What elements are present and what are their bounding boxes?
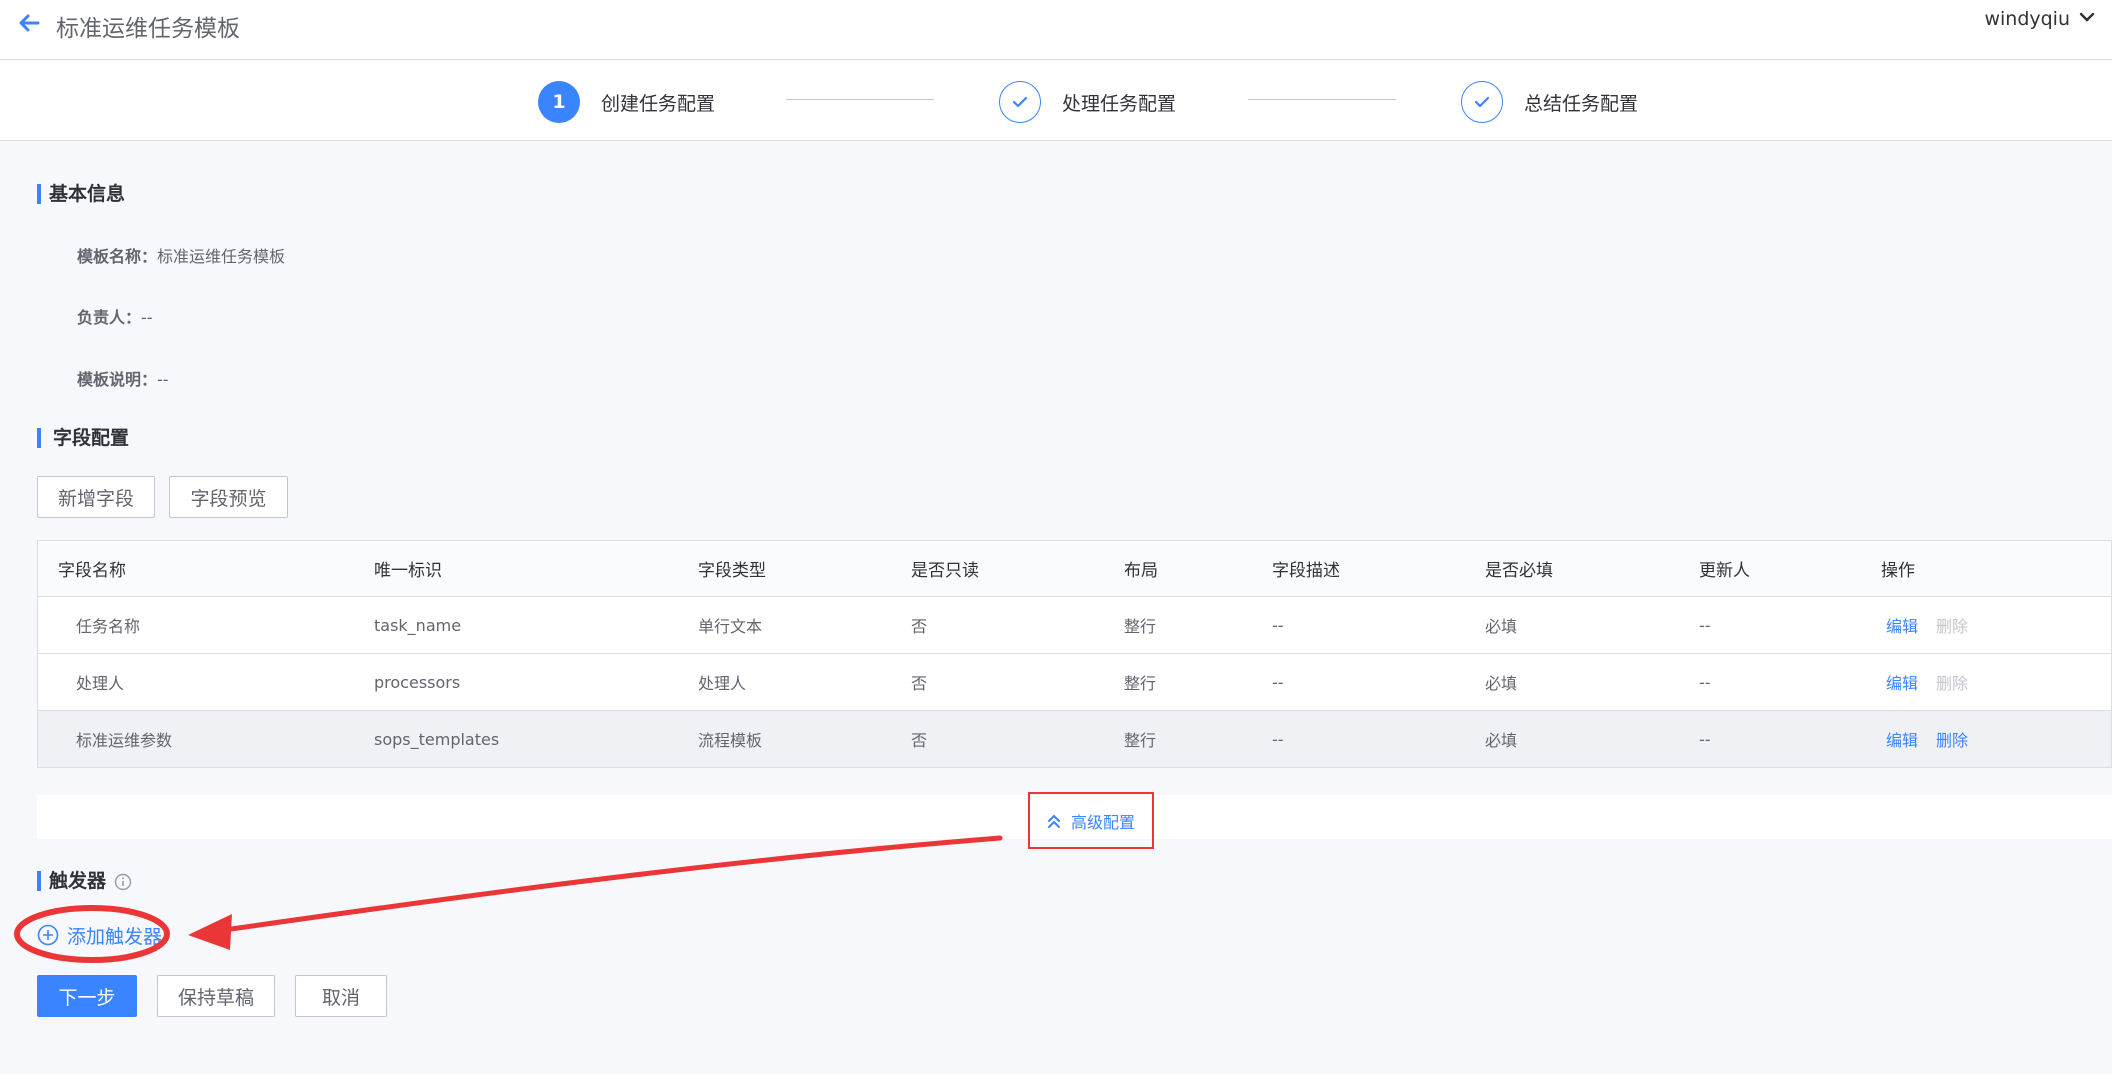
step-connector [786,99,934,100]
advanced-config-toggle[interactable]: 高级配置 [1028,792,1154,849]
info-label: 模板名称： [77,247,158,266]
cell-type: 流程模板 [698,731,763,750]
field-preview-button[interactable]: 字段预览 [169,476,288,518]
column-header: 是否只读 [911,561,979,581]
step-number-badge: 1 [538,81,580,123]
delete-link: 删除 [1936,674,1969,693]
delete-link: 删除 [1936,617,1969,636]
column-header: 字段描述 [1272,561,1340,581]
cell-required: 必填 [1485,731,1518,750]
cell-readonly: 否 [911,731,928,750]
cell-required: 必填 [1485,617,1518,636]
cell-desc: -- [1272,672,1284,692]
check-icon [999,81,1041,123]
cell-name: 处理人 [76,674,125,693]
step-connector [1248,99,1396,100]
add-field-button[interactable]: 新增字段 [37,476,155,518]
cell-name: 任务名称 [76,617,141,636]
edit-link[interactable]: 编辑 [1886,597,1918,653]
info-value: -- [141,308,153,327]
cell-type: 单行文本 [698,617,763,636]
user-name[interactable]: windyqiu [1984,8,2070,30]
section-title-trigger: 触发器 [37,871,106,891]
cell-layout: 整行 [1124,617,1157,636]
cell-readonly: 否 [911,674,928,693]
column-header: 唯一标识 [374,561,442,581]
check-icon [1461,81,1503,123]
cell-key: task_name [374,615,462,635]
section-title-field-config: 字段配置 [37,428,129,448]
step-summary-task[interactable]: 总结任务配置 [1461,81,1638,123]
double-chevron-up-icon [1047,814,1060,828]
cell-updater: -- [1699,729,1711,749]
step-label: 总结任务配置 [1524,92,1639,115]
chevron-down-icon[interactable] [2078,10,2096,24]
next-button[interactable]: 下一步 [37,975,137,1017]
info-row-description: 模板说明：-- [77,366,169,390]
info-row-template-name: 模板名称：标准运维任务模板 [77,243,285,267]
table-row: 处理人 processors 处理人 否 整行 -- 必填 -- 编辑 删除 [38,654,2111,711]
column-header: 更新人 [1699,561,1750,581]
annotation-arrow-shaft [207,835,1003,935]
column-header: 布局 [1124,561,1158,581]
arrow-left-icon[interactable] [18,14,40,32]
cell-required: 必填 [1485,674,1518,693]
info-value: 标准运维任务模板 [157,247,286,266]
save-draft-button[interactable]: 保持草稿 [157,975,275,1017]
info-circle-icon[interactable] [114,873,132,891]
step-process-task[interactable]: 处理任务配置 [999,81,1176,123]
cancel-button[interactable]: 取消 [295,975,387,1017]
column-header: 字段名称 [58,561,126,581]
table-row: 标准运维参数 sops_templates 流程模板 否 整行 -- 必填 --… [38,711,2111,768]
cell-type: 处理人 [698,674,747,693]
annotation-arrowhead [188,914,232,950]
advanced-config-label: 高级配置 [1070,812,1135,832]
add-trigger-label: 添加触发器 [67,925,163,948]
cell-key: sops_templates [374,729,500,749]
annotation-overlay [14,835,1003,963]
column-header: 是否必填 [1485,561,1553,581]
column-header: 字段类型 [698,561,766,581]
step-create-task[interactable]: 1 创建任务配置 [538,81,715,123]
edit-link[interactable]: 编辑 [1886,711,1918,767]
cell-readonly: 否 [911,617,928,636]
cell-desc: -- [1272,615,1284,635]
info-label: 负责人： [77,308,142,327]
cell-key: processors [374,672,461,692]
table-row: 任务名称 task_name 单行文本 否 整行 -- 必填 -- 编辑 删除 [38,597,2111,654]
cell-layout: 整行 [1124,674,1157,693]
column-header: 操作 [1881,561,1915,581]
info-row-owner: 负责人：-- [77,304,153,328]
cell-name: 标准运维参数 [76,731,173,750]
cell-layout: 整行 [1124,731,1157,750]
info-label: 模板说明： [77,370,158,389]
page-title: 标准运维任务模板 [56,16,240,42]
add-trigger-button[interactable]: 添加触发器 [37,922,162,948]
delete-link[interactable]: 删除 [1936,711,1968,767]
step-label: 创建任务配置 [601,92,716,115]
field-table: 字段名称 唯一标识 字段类型 是否只读 布局 字段描述 是否必填 更新人 操作 … [37,540,2112,768]
cell-updater: -- [1699,615,1711,635]
info-value: -- [157,370,169,389]
cell-desc: -- [1272,729,1284,749]
cell-updater: -- [1699,672,1711,692]
plus-circle-icon [37,924,59,946]
table-header: 字段名称 唯一标识 字段类型 是否只读 布局 字段描述 是否必填 更新人 操作 [38,541,2111,597]
top-bar: 标准运维任务模板 windyqiu [0,0,2112,60]
edit-link[interactable]: 编辑 [1886,654,1918,710]
step-label: 处理任务配置 [1062,92,1177,115]
section-title-basic-info: 基本信息 [37,184,125,204]
